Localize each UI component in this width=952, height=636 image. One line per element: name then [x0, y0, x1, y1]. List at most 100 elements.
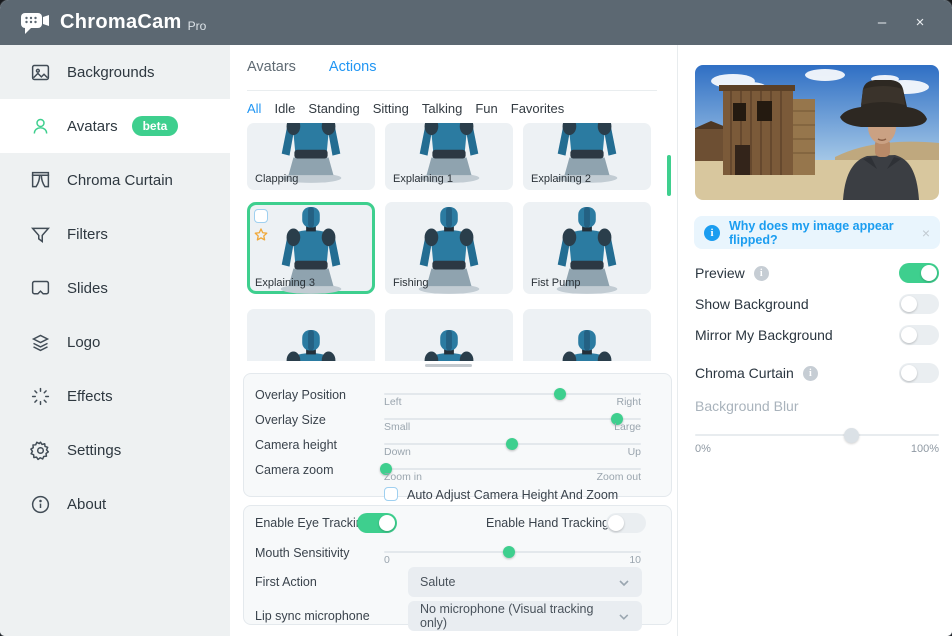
filter-standing[interactable]: Standing: [308, 101, 359, 116]
auto-adjust-label: Auto Adjust Camera Height And Zoom: [407, 488, 619, 502]
overlay-position-slider[interactable]: Left Right: [384, 382, 641, 408]
sidebar-item-filters[interactable]: Filters: [0, 207, 230, 261]
layers-icon: [30, 332, 51, 353]
action-thumb-fist-pump[interactable]: Fist Pump: [523, 202, 651, 294]
sidebar-item-effects[interactable]: Effects: [0, 369, 230, 423]
sidebar-item-backgrounds[interactable]: Backgrounds: [0, 45, 230, 99]
filter-sitting[interactable]: Sitting: [373, 101, 409, 116]
app-window: ChromaCam Pro – × Backgrounds Avatars be…: [0, 0, 952, 636]
grid-drag-handle[interactable]: [425, 364, 472, 367]
action-thumb[interactable]: [523, 309, 651, 361]
blur-min-label: 0%: [695, 443, 711, 455]
action-thumb-explaining-2[interactable]: Explaining 2: [523, 123, 651, 190]
category-filter-bar: All Idle Standing Sitting Talking Fun Fa…: [247, 101, 564, 116]
toggle-knob: [901, 296, 917, 312]
tab-avatars[interactable]: Avatars: [247, 59, 296, 75]
funnel-icon: [30, 224, 51, 245]
sidebar-item-settings[interactable]: Settings: [0, 423, 230, 477]
action-thumb[interactable]: [385, 309, 513, 361]
sidebar-item-chroma-curtain[interactable]: Chroma Curtain: [0, 153, 230, 207]
chroma-curtain-toggle-label: Chroma Curtain: [695, 365, 794, 381]
flip-notice-banner[interactable]: i Why does my image appear flipped? ×: [694, 216, 940, 249]
dismiss-banner-icon[interactable]: ×: [922, 225, 930, 241]
filter-favorites[interactable]: Favorites: [511, 101, 564, 116]
action-thumb[interactable]: [247, 309, 375, 361]
filter-fun[interactable]: Fun: [475, 101, 497, 116]
sidebar-item-label: About: [67, 495, 107, 513]
slider-knob[interactable]: [844, 428, 860, 443]
info-icon[interactable]: i: [802, 365, 818, 381]
avatar-thumbnail: [249, 327, 374, 361]
action-label: Explaining 2: [531, 173, 591, 185]
avatar-thumbnail: [525, 327, 650, 361]
action-thumb-clapping[interactable]: Clapping: [247, 123, 375, 190]
action-checkbox[interactable]: [254, 209, 268, 223]
blur-max-label: 100%: [910, 443, 939, 455]
action-label: Explaining 3: [255, 277, 315, 289]
sidebar-item-avatars[interactable]: Avatars beta: [0, 99, 230, 153]
tab-actions[interactable]: Actions: [329, 59, 377, 75]
lip-sync-dropdown[interactable]: No microphone (Visual tracking only): [408, 601, 642, 631]
chromacam-logo-icon: [21, 12, 49, 34]
sidebar-item-logo[interactable]: Logo: [0, 315, 230, 369]
mirror-background-label: Mirror My Background: [695, 327, 833, 343]
flip-notice-text[interactable]: Why does my image appear flipped?: [729, 219, 922, 247]
tracking-settings-card: Enable Eye Tracking Enable Hand Tracking…: [243, 505, 672, 631]
gear-icon: [30, 440, 51, 461]
action-thumb-explaining-1[interactable]: Explaining 1: [385, 123, 513, 190]
close-button[interactable]: ×: [910, 14, 930, 31]
info-icon: [30, 494, 51, 515]
slider-max-label: 10: [629, 554, 641, 566]
favorite-star-icon[interactable]: [253, 227, 269, 243]
background-blur-label: Background Blur: [695, 398, 799, 414]
overlay-size-slider[interactable]: Small Large: [384, 407, 641, 433]
filter-idle[interactable]: Idle: [274, 101, 295, 116]
presentation-icon: [30, 278, 51, 299]
preview-toggle-label: Preview: [695, 265, 745, 281]
filter-talking[interactable]: Talking: [422, 101, 462, 116]
sidebar-item-about[interactable]: About: [0, 477, 230, 531]
mouth-sensitivity-slider[interactable]: 0 10: [384, 540, 641, 566]
slider-max-label: Zoom out: [596, 471, 641, 483]
slider-track: [384, 468, 641, 470]
camera-zoom-slider[interactable]: Zoom in Zoom out: [379, 457, 641, 483]
beta-badge: beta: [131, 116, 179, 136]
person-icon: [30, 116, 51, 137]
slider-track: [384, 393, 641, 395]
camera-height-slider[interactable]: Down Up: [384, 432, 641, 458]
info-icon[interactable]: i: [753, 265, 769, 281]
mirror-background-toggle[interactable]: [899, 325, 939, 345]
first-action-dropdown[interactable]: Salute: [408, 567, 642, 597]
background-blur-slider[interactable]: [695, 425, 939, 445]
action-label: Explaining 1: [393, 173, 453, 185]
camera-preview: [695, 65, 939, 200]
chroma-curtain-toggle[interactable]: [899, 363, 939, 383]
title-bar: ChromaCam Pro – ×: [0, 0, 952, 45]
sidebar-item-label: Settings: [67, 441, 122, 459]
app-title: ChromaCam: [60, 11, 182, 33]
toggle-knob: [921, 265, 937, 281]
toggle-knob: [608, 515, 624, 531]
sidebar-item-slides[interactable]: Slides: [0, 261, 230, 315]
sidebar-item-label: Avatars: [67, 117, 118, 135]
eye-tracking-toggle[interactable]: [357, 513, 397, 533]
show-background-toggle[interactable]: [899, 294, 939, 314]
auto-adjust-checkbox[interactable]: [384, 487, 398, 501]
dropdown-value: Salute: [420, 575, 456, 589]
preview-toggle[interactable]: [899, 263, 939, 283]
slider-track: [384, 418, 641, 420]
hand-tracking-toggle[interactable]: [606, 513, 646, 533]
filter-all[interactable]: All: [247, 101, 261, 116]
sidebar-item-label: Logo: [67, 333, 101, 351]
hand-tracking-label: Enable Hand Tracking: [486, 516, 609, 530]
minimize-button[interactable]: –: [872, 14, 892, 31]
dropdown-value: No microphone (Visual tracking only): [420, 602, 594, 630]
action-thumb-fishing[interactable]: Fishing: [385, 202, 513, 294]
grid-scrollbar-thumb[interactable]: [667, 155, 671, 196]
tabs: Avatars Actions: [247, 59, 376, 75]
action-thumb-explaining-3[interactable]: Explaining 3: [247, 202, 375, 294]
chevron-down-icon: [618, 576, 630, 588]
info-icon: i: [704, 224, 720, 241]
sidebar-item-label: Backgrounds: [67, 63, 155, 81]
lip-sync-label: Lip sync microphone: [255, 609, 370, 623]
